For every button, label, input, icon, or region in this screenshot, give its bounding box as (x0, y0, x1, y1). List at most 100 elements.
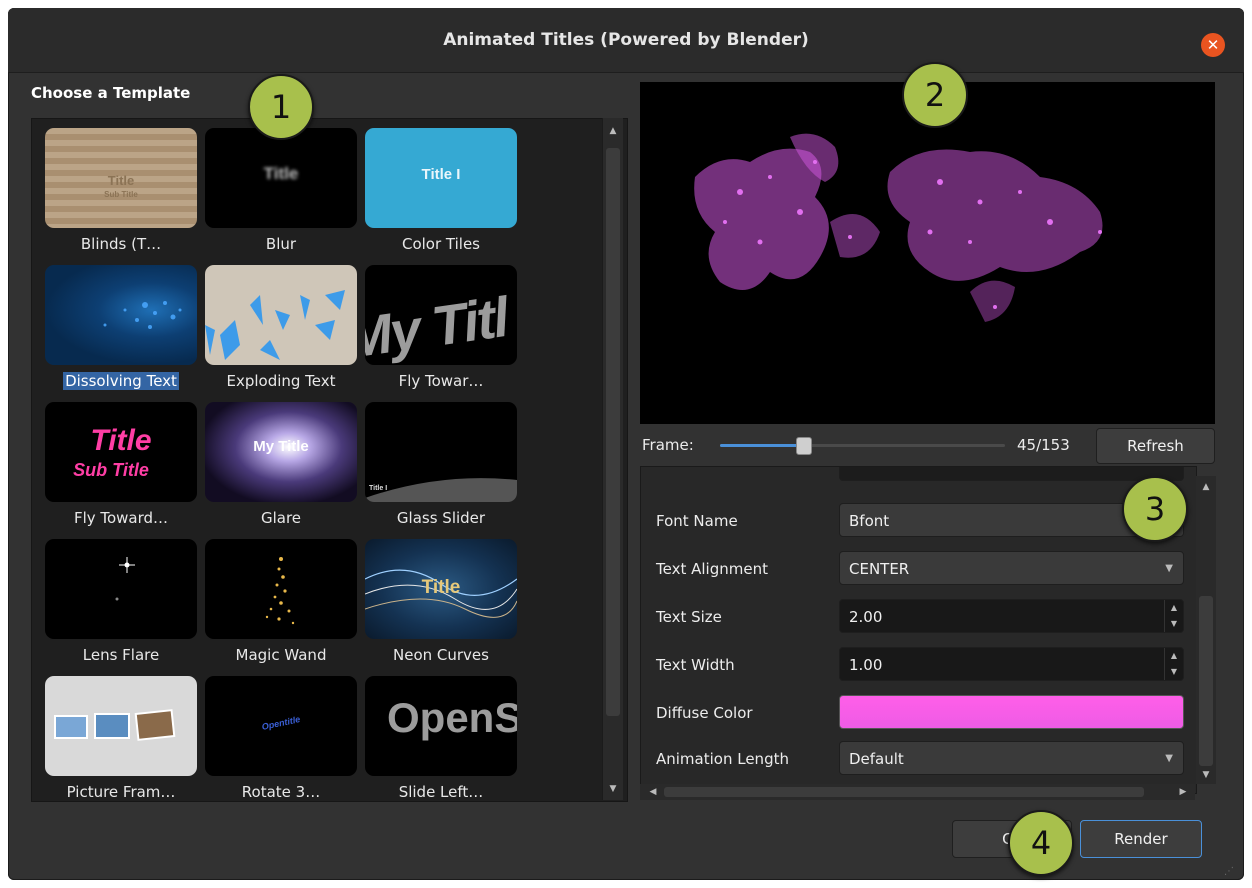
template-color-tiles[interactable]: Title I Color Tiles (363, 128, 523, 264)
property-row-text-width: Text Width 1.00 ▲ ▼ (641, 641, 1196, 689)
chevron-up-icon[interactable]: ▲ (1165, 600, 1183, 616)
template-label: Blinds (T… (80, 235, 162, 253)
property-label: Animation Length (656, 750, 789, 768)
frame-slider-handle[interactable] (795, 437, 812, 455)
scrollbar-thumb[interactable] (606, 148, 620, 716)
template-label: Fly Toward… (73, 509, 169, 527)
glass-slider-shape (365, 478, 517, 502)
window-title: Animated Titles (Powered by Blender) (443, 30, 809, 50)
template-label: Exploding Text (226, 372, 336, 390)
properties-hscrollbar[interactable]: ◀ ▶ (640, 784, 1195, 800)
frame-counter: 45/153 (1017, 436, 1070, 454)
properties-vscrollbar[interactable]: ▲ ▼ (1196, 476, 1216, 784)
text-alignment-value: CENTER (849, 560, 910, 578)
animation-length-select[interactable]: Default ▼ (839, 741, 1184, 775)
chevron-up-icon[interactable]: ▲ (1197, 478, 1215, 496)
chevron-down-icon: ▼ (1165, 563, 1173, 574)
template-label: Slide Left… (398, 783, 484, 801)
text-size-spinbox[interactable]: 2.00 ▲ ▼ (839, 599, 1184, 633)
sparkle-trail-icon (265, 557, 295, 625)
scrollbar-thumb[interactable] (1199, 596, 1213, 766)
chevron-down-icon[interactable]: ▼ (1197, 766, 1215, 784)
thumbnail-text: Title (90, 424, 152, 457)
spin-buttons[interactable]: ▲ ▼ (1164, 600, 1183, 632)
scrollbar-thumb[interactable] (664, 787, 1144, 797)
template-label-text: Dissolving Text (63, 372, 179, 390)
template-thumbnail: Title Sub Title (45, 402, 197, 502)
particle-cloud-icon (103, 301, 182, 329)
template-label: Picture Fram… (66, 783, 176, 801)
template-neon-curves[interactable]: Title Neon Curves (363, 539, 523, 675)
thumbnail-text: Title (421, 577, 461, 598)
chevron-up-icon[interactable]: ▲ (1165, 648, 1183, 664)
template-glare[interactable]: My Title Glare (203, 402, 363, 538)
property-row-hidden (641, 467, 1196, 489)
template-blur[interactable]: Title Blur (203, 128, 363, 264)
chevron-up-icon[interactable]: ▲ (604, 122, 622, 140)
font-name-value: Bfont (849, 512, 890, 530)
text-width-value: 1.00 (849, 656, 883, 674)
refresh-button[interactable]: Refresh (1096, 428, 1215, 464)
template-fly-towards[interactable]: My Titl Fly Towar… (363, 265, 523, 401)
thumbnail-text: OpenSh (387, 694, 517, 741)
chevron-down-icon[interactable]: ▼ (604, 780, 622, 798)
template-label: Lens Flare (82, 646, 160, 664)
resize-grip-icon[interactable]: ⋰ (1224, 866, 1234, 877)
template-exploding-text[interactable]: Exploding Text (203, 265, 363, 401)
chevron-down-icon: ▼ (1165, 753, 1173, 764)
sparkle-icon (115, 557, 135, 601)
property-row-diffuse-color: Diffuse Color (641, 689, 1196, 737)
template-list-scrollbar[interactable]: ▲ ▼ (602, 118, 623, 800)
template-rotate-3d[interactable]: Opentitle Rotate 3… (203, 676, 363, 801)
render-button[interactable]: Render (1080, 820, 1202, 858)
spin-buttons[interactable]: ▲ ▼ (1164, 648, 1183, 680)
template-slide-left[interactable]: OpenSh Slide Left… (363, 676, 523, 801)
template-glass-slider[interactable]: Title I Glass Slider (363, 402, 523, 538)
property-row-text-alignment: Text Alignment CENTER ▼ (641, 545, 1196, 593)
template-thumbnail: Title (205, 128, 357, 228)
template-thumbnail (45, 539, 197, 639)
template-lens-flare[interactable]: Lens Flare (43, 539, 203, 675)
template-thumbnail: Title (365, 539, 517, 639)
title-bar: Animated Titles (Powered by Blender) ✕ (8, 8, 1244, 73)
template-thumbnail (45, 676, 197, 776)
chevron-left-icon[interactable]: ◀ (644, 783, 662, 801)
animation-length-value: Default (849, 750, 904, 768)
thumbnail-subtext: Sub Title (104, 190, 138, 199)
template-thumbnail: Title Sub Title (45, 128, 197, 228)
template-magic-wand[interactable]: Magic Wand (203, 539, 363, 675)
callout-badge-1: 1 (248, 74, 314, 140)
template-label: Magic Wand (235, 646, 327, 664)
template-label: Rotate 3… (241, 783, 321, 801)
template-thumbnail (205, 265, 357, 365)
template-thumbnail: Opentitle (205, 676, 357, 776)
thumbnail-text: My Titl (365, 285, 511, 365)
text-width-spinbox[interactable]: 1.00 ▲ ▼ (839, 647, 1184, 681)
property-row-text-size: Text Size 2.00 ▲ ▼ (641, 593, 1196, 641)
chevron-down-icon[interactable]: ▼ (1165, 616, 1183, 632)
template-label: Glare (260, 509, 302, 527)
frame-slider[interactable] (720, 437, 1005, 455)
template-list: Title Sub Title Blinds (T… Title Blur Ti… (31, 118, 628, 802)
callout-badge-4: 4 (1008, 810, 1074, 876)
template-picture-frames[interactable]: Picture Fram… (43, 676, 203, 801)
preview-canvas (640, 82, 1215, 424)
template-dissolving-text[interactable]: Dissolving Text (43, 265, 203, 401)
property-field-partial[interactable] (839, 467, 1184, 481)
shards-icon (205, 290, 345, 360)
text-alignment-select[interactable]: CENTER ▼ (839, 551, 1184, 585)
property-label: Text Width (656, 656, 735, 674)
template-thumbnail: My Title (205, 402, 357, 502)
template-label: Glass Slider (396, 509, 486, 527)
template-fly-toward-subtitle[interactable]: Title Sub Title Fly Toward… (43, 402, 203, 538)
diffuse-color-swatch[interactable] (839, 695, 1184, 729)
chevron-right-icon[interactable]: ▶ (1174, 783, 1192, 801)
thumbnail-text: My Title (253, 438, 309, 455)
template-thumbnail: Title I (365, 402, 517, 502)
chevron-down-icon[interactable]: ▼ (1165, 664, 1183, 680)
template-blinds[interactable]: Title Sub Title Blinds (T… (43, 128, 203, 264)
property-row-font-name: Font Name Bfont ▼ (641, 497, 1196, 545)
close-icon[interactable]: ✕ (1201, 33, 1225, 57)
properties-panel: Font Name Bfont ▼ Text Alignment CENTER … (640, 466, 1197, 794)
thumbnail-subtext: Sub Title (73, 460, 149, 480)
